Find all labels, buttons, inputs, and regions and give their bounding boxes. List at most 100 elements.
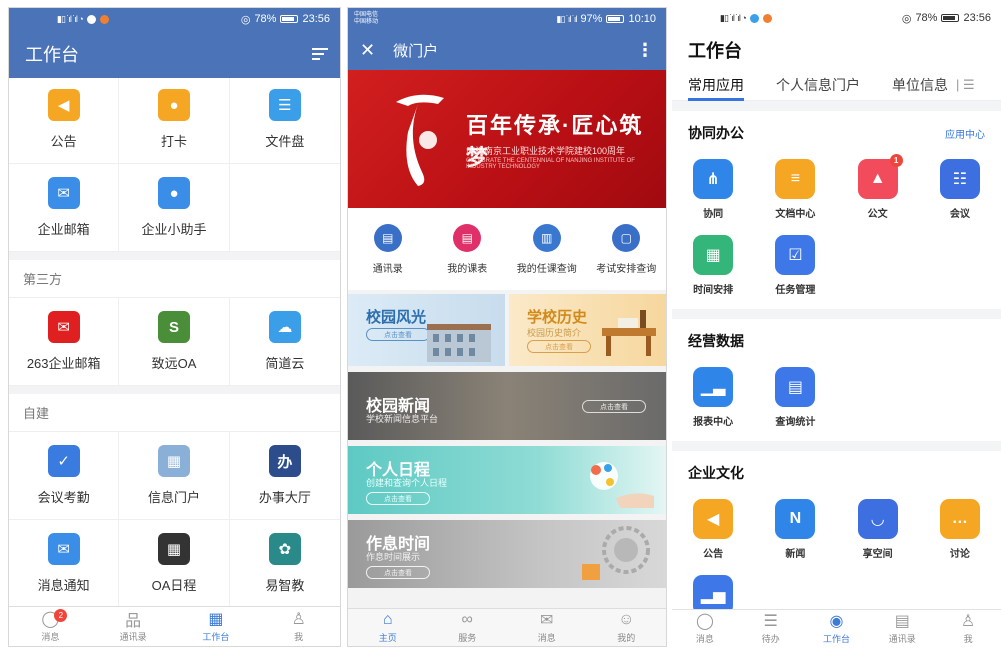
app-label: 公告	[50, 134, 77, 149]
tab-service[interactable]: ∞ 服务	[428, 609, 508, 646]
tab-org-chart[interactable]: 品通讯录	[92, 607, 175, 646]
app-label: 公告	[703, 548, 724, 560]
tab-label: 服务	[458, 633, 477, 643]
app-tile[interactable]: ✿ 易智教	[230, 520, 340, 606]
app-tile[interactable]: ◡ 享空间	[837, 491, 919, 567]
quick-action-label: 我的任课查询	[516, 263, 577, 275]
gear-clock-icon	[582, 526, 650, 580]
close-icon[interactable]: ✕	[360, 40, 375, 61]
tab-todo[interactable]: ☰ 待办	[738, 610, 804, 647]
app-tile[interactable]: ▦ 时间安排	[672, 227, 754, 303]
app-tile[interactable]: ✉ 消息通知	[9, 520, 120, 606]
tab-label: 通讯录	[888, 634, 916, 644]
workbench-phone-2: ▮▯ ˙ıl ˙ıl ◔ ◎ 78% 23:56 工作台 常用应用 个人信息门户…	[672, 7, 1001, 647]
app-label: 协同	[703, 208, 724, 220]
person-icon: ♙	[960, 613, 976, 630]
centennial-banner[interactable]: 百年传承·匠心筑梦 庆祝南京工业职业技术学院建校100周年 CELEBRATE …	[348, 70, 666, 208]
quick-action[interactable]: ▤ 我的课表	[428, 208, 508, 290]
app-label: 享空间	[862, 548, 893, 560]
app-tile[interactable]: ● 打卡	[119, 78, 230, 164]
app-tile[interactable]: ▁▃ 报表中心	[672, 359, 754, 435]
app-tile[interactable]: ▲ 1 公文	[837, 151, 919, 227]
app-tile[interactable]: S 致远OA	[119, 298, 230, 386]
more-menu-icon[interactable]: ⋮	[636, 40, 654, 61]
app-tile[interactable]: ☰ 文件盘	[229, 78, 340, 164]
micro-portal-phone: 中国电信 中国移动 ▮▯ ˙ıl ˙ıl 97% 10:10 ✕ 微门户 ⋮ 百…	[347, 7, 667, 647]
tile-view-button[interactable]: 点击查看	[582, 400, 646, 413]
service-icon: ∞	[461, 611, 473, 628]
app-tile[interactable]: ☷ 会议	[919, 151, 1001, 227]
message-icon: ✉	[540, 612, 554, 629]
tab-person[interactable]: ♙ 我	[935, 610, 1001, 647]
tab-chat[interactable]: ◯ 2 消息	[9, 607, 92, 646]
tile-subtitle: 校园历史简介	[527, 328, 582, 338]
quick-action[interactable]: ▢ 考试安排查询	[587, 208, 667, 290]
app-tile[interactable]: ▦ 信息门户	[119, 432, 230, 520]
meeting-attendance-icon: ✓	[47, 445, 80, 477]
tab-grid[interactable]: ▦ 工作台	[175, 607, 258, 646]
app-tile[interactable]: ▦ OA日程	[119, 520, 230, 606]
app-tile[interactable]: ☑ 任务管理	[754, 227, 836, 303]
category-tabs: 常用应用 个人信息门户 单位信息 | ☰	[672, 69, 1001, 101]
app-label: 公文	[867, 208, 888, 220]
megaphone-icon: ◀	[693, 498, 734, 539]
quick-action[interactable]: ▥ 我的任课查询	[507, 208, 587, 290]
tab-workbench[interactable]: ◉ 工作台	[804, 610, 870, 647]
tile-schedule-time[interactable]: 作息时间 作息时间展示 点击查看	[348, 520, 666, 588]
p1-self-built-section: 自建 ✓ 会议考勤 ▦ 信息门户 办办事大厅 ✉ 消息通知 ▦ OA日程 ✿ 易智教	[9, 394, 340, 606]
tab-personal-portal[interactable]: 个人信息门户	[776, 69, 860, 101]
tile-personal-schedule[interactable]: 个人日程 创建和查询个人日程 点击查看	[348, 446, 666, 514]
more-tabs-icon[interactable]: | ☰	[956, 77, 975, 93]
tab-chat[interactable]: ◯ 消息	[672, 610, 738, 647]
app-label: 企业小助手	[141, 222, 207, 237]
app-tile[interactable]: ▤ 查询统计	[754, 359, 836, 435]
tile-campus-scenery[interactable]: 校园风光 点击查看	[348, 294, 505, 366]
app-tile[interactable]: ✓ 会议考勤	[9, 432, 120, 520]
section-title: 企业文化	[688, 465, 744, 481]
app-tile[interactable]: ● 企业小助手	[119, 164, 230, 252]
app-center-link[interactable]: 应用中心	[945, 126, 985, 141]
tab-message[interactable]: ✉ 消息	[507, 609, 587, 646]
app-tile[interactable]: ◀ 公告	[9, 78, 120, 164]
tab-home[interactable]: ⌂ 主页	[348, 609, 428, 646]
section-title: 自建	[9, 394, 340, 432]
chat-icon: ◯	[695, 613, 714, 630]
app-tile[interactable]: ✉ 企业邮箱	[9, 164, 120, 252]
tab-contacts[interactable]: ▤ 通讯录	[869, 610, 935, 647]
tab-unit-info[interactable]: 单位信息	[892, 69, 948, 101]
app-tile[interactable]: ✉ 263企业邮箱	[9, 298, 120, 386]
app-tile[interactable]: ☁ 简道云	[229, 298, 340, 386]
tile-view-button[interactable]: 点击查看	[366, 492, 430, 505]
tile-campus-news[interactable]: 校园新闻 学校新闻信息平台 点击查看	[348, 372, 666, 440]
app-tile[interactable]: 办办事大厅	[229, 432, 340, 520]
app-tile[interactable]: N 新闻	[754, 491, 836, 567]
app-tile[interactable]: … 讨论	[919, 491, 1001, 567]
calendar-icon: ▦	[693, 234, 734, 275]
p3-status-bar: ▮▯ ˙ıl ˙ıl ◔ ◎ 78% 23:56	[672, 7, 1001, 29]
page-title: 工作台	[25, 45, 79, 65]
profile-icon: ☺	[618, 611, 635, 628]
calendar-icon: ▦	[157, 533, 190, 565]
tab-person[interactable]: ♙ 我	[257, 607, 340, 646]
message-icon: ✉	[47, 533, 80, 565]
tile-view-button[interactable]: 点击查看	[527, 340, 591, 353]
tab-common-apps[interactable]: 常用应用	[688, 69, 744, 101]
unread-badge: 2	[54, 609, 68, 622]
app-tile[interactable]: ⋔ 协同	[672, 151, 754, 227]
quick-action[interactable]: ▤ 通讯录	[348, 208, 428, 290]
tile-view-button[interactable]: 点击查看	[366, 566, 430, 579]
signal-icon: ▮▯ ˙ıl ˙ıl ◔	[57, 13, 84, 24]
tab-label: 主页	[378, 633, 397, 643]
app-tile[interactable]: ≡ 文档中心	[754, 151, 836, 227]
tile-school-history[interactable]: 学校历史 校园历史简介 点击查看	[509, 294, 666, 366]
filter-icon[interactable]	[312, 48, 328, 60]
p3-sections: 协同办公 应用中心 ⋔ 协同 ≡ 文档中心 ▲ 1 公文 ☷ 会议 ▦ 时间安排 ☑ 任务管理 经营数据 ▁▃ 报…	[672, 111, 1001, 647]
signal-icon: ▮▯ ˙ıl ˙ıl ◔	[720, 12, 747, 23]
p3-header: ▮▯ ˙ıl ˙ıl ◔ ◎ 78% 23:56 工作台 常用应用 个人信息门户…	[672, 7, 1001, 101]
battery-percent: 78%	[254, 13, 277, 25]
p1-app-list[interactable]: ◀ 公告 ● 打卡 ☰ 文件盘 ✉ 企业邮箱 ● 企业小助手 第三方 ✉ 263企业邮箱 S 致远OA ☁…	[9, 78, 340, 606]
person-icon: ♙	[291, 611, 306, 628]
app-tile[interactable]: ◀ 公告	[672, 491, 754, 567]
tab-profile[interactable]: ☺ 我的	[587, 609, 667, 646]
signal-icon: ▮▯ ˙ıl ˙ıl	[556, 13, 578, 24]
